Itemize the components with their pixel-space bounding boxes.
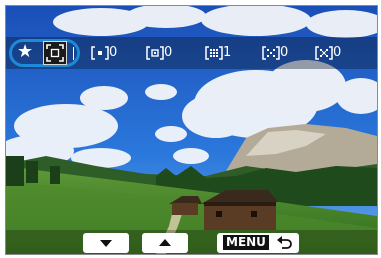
chevron-up-icon <box>159 239 171 246</box>
af-option-2-value: 0 <box>164 45 173 60</box>
af-point-icon <box>146 46 164 60</box>
menu-label: MENU <box>223 235 269 250</box>
af-option-1[interactable]: 0 <box>91 45 129 61</box>
chevron-down-icon <box>100 240 112 247</box>
af-auto-icon <box>315 46 333 60</box>
af-option-4-value: 0 <box>280 45 289 60</box>
af-zone-icon <box>205 46 223 60</box>
af-area-selected-button[interactable] <box>43 41 67 65</box>
return-icon <box>277 236 292 249</box>
af-zone-wide-icon <box>262 46 280 60</box>
af-option-3[interactable]: 1 <box>205 45 243 61</box>
up-button[interactable] <box>142 233 188 253</box>
af-area-icon <box>46 44 64 62</box>
bottom-control-bar <box>6 230 377 254</box>
af-point-icon <box>91 46 109 60</box>
down-button[interactable] <box>83 233 129 253</box>
af-option-5[interactable]: 0 <box>315 45 353 61</box>
af-option-4[interactable]: 0 <box>262 45 300 61</box>
camera-screen: ★ 0 0 1 0 0 MENU <box>5 5 378 255</box>
menu-return-button[interactable]: MENU <box>217 233 299 253</box>
af-option-5-value: 0 <box>333 45 342 60</box>
af-option-3-value: 1 <box>223 45 232 60</box>
divider <box>73 47 74 60</box>
af-option-2[interactable]: 0 <box>146 45 184 61</box>
star-icon[interactable]: ★ <box>17 42 33 62</box>
af-option-1-value: 0 <box>109 45 118 60</box>
